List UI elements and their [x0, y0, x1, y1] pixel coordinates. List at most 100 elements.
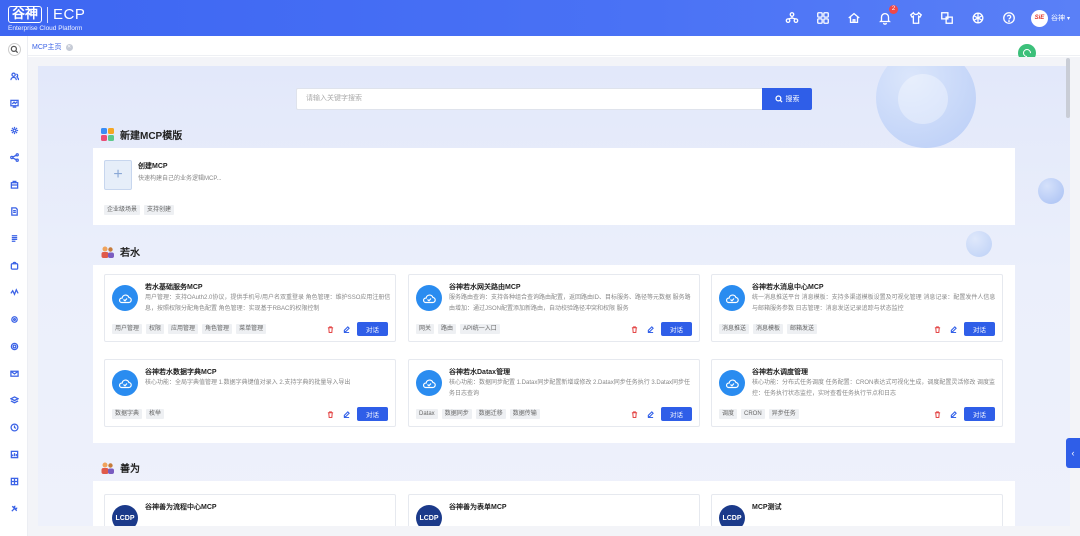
delete-icon[interactable] [932, 324, 942, 334]
card-desc: 核心功能：数据同步配置 1.Datax同步配置新增或修改 2.Datax同步任务… [449, 380, 691, 397]
card-footer: 网关 路由 API统一入口 对话 [416, 322, 692, 336]
bag-icon[interactable] [0, 252, 28, 279]
delete-icon[interactable] [325, 409, 335, 419]
tag: 数据迁移 [475, 409, 506, 419]
chat-button[interactable]: 对话 [357, 407, 388, 421]
close-icon[interactable]: ✕ [65, 43, 73, 51]
edit-icon[interactable] [948, 324, 958, 334]
tag: 枚举 [146, 409, 165, 419]
search-icon [774, 95, 782, 103]
mcp-card[interactable]: LCDP MCP测试 [711, 494, 1003, 526]
logo-subtitle: Enterprise Cloud Platform [8, 25, 83, 32]
edit-icon[interactable] [645, 324, 655, 334]
section-title-create: 新建MCP模版 [100, 127, 182, 142]
chart-icon[interactable] [0, 441, 28, 468]
tag: 角色管理 [202, 324, 233, 334]
list-icon[interactable] [0, 225, 28, 252]
card-title: 谷神善为流程中心MCP [145, 504, 217, 511]
users-icon[interactable] [0, 63, 28, 90]
switch-icon[interactable] [939, 10, 955, 26]
chat-button[interactable]: 对话 [964, 407, 995, 421]
lcdp-icon: LCDP [719, 505, 745, 526]
logo-separator [47, 6, 49, 23]
plus-doc-icon: + [104, 160, 132, 190]
mcp-card[interactable]: 谷神若水Datax管理核心功能：数据同步配置 1.Datax同步配置新增或修改 … [408, 359, 700, 427]
cloud-icon [719, 285, 745, 311]
tag: 支持创建 [144, 205, 175, 215]
mcp-card[interactable]: LCDP 谷神善为表单MCP [408, 494, 700, 526]
brand-logo[interactable]: 谷神 ECP [8, 6, 85, 23]
logo-ecp: ECP [53, 6, 86, 23]
mail-icon[interactable] [0, 360, 28, 387]
tab-mcp-home[interactable]: MCP主页 ✕ [32, 41, 73, 53]
card-title: 谷神若水Datax管理 [449, 369, 511, 376]
edit-icon[interactable] [645, 409, 655, 419]
scrollbar[interactable] [1066, 58, 1070, 118]
mcp-card[interactable]: 谷神若水数据字典MCP 核心功能：全局字典值管理 1.数据字典键值对录入 2.支持… [104, 359, 396, 427]
card-title: 若水基础服务MCP [145, 284, 203, 291]
grid-icon[interactable] [0, 468, 28, 495]
search-bar: 请输入关键字搜索 搜索 [296, 88, 812, 110]
tag: 异步任务 [768, 409, 799, 419]
card-desc: 统一消息推送平台 消息模板：支持多渠道模板设置及可视化管理 消息记录：配置发件人… [752, 295, 996, 312]
edit-icon[interactable] [341, 324, 351, 334]
top-header: 谷神 ECP Enterprise Cloud Platform 2 SiE 谷… [0, 0, 1080, 36]
user-name: 谷神 [1050, 15, 1065, 22]
chat-button[interactable]: 对话 [661, 322, 692, 336]
mcp-card[interactable]: LCDP 谷神善为流程中心MCP [104, 494, 396, 526]
chat-button[interactable]: 对话 [357, 322, 388, 336]
chat-button[interactable]: 对话 [964, 322, 995, 336]
home-icon[interactable] [846, 10, 862, 26]
expand-panel-button[interactable]: ‹ [1066, 438, 1080, 468]
delete-icon[interactable] [629, 324, 639, 334]
delete-icon[interactable] [325, 324, 335, 334]
settings-icon[interactable] [0, 117, 28, 144]
mcp-card[interactable]: 谷神若水调度管理 核心功能：分布式任务调度 任务配置：CRON表达式可视化生成，调… [711, 359, 1003, 427]
edit-icon[interactable] [341, 409, 351, 419]
edit-icon[interactable] [948, 409, 958, 419]
mcp-card[interactable]: 若水基础服务MCP 用户管理：支持OAuth2.0协议，提供手机号/用户名双重登录… [104, 274, 396, 342]
chat-button[interactable]: 对话 [661, 407, 692, 421]
mcp-card[interactable]: 谷神若水网关路由MCP 服务路由查询：支持各种组合查询路由配置，返回路由ID、目标… [408, 274, 700, 342]
mcp-home-panel: 请输入关键字搜索 搜索 新建MCP模版 + 创建MCP 快速构建自己的业务逻辑M… [38, 66, 1070, 526]
notification-badge: 2 [888, 5, 898, 14]
create-mcp-card[interactable]: + 创建MCP 快速构建自己的业务逻辑MCP... 企业级场景 支持创建 [104, 158, 404, 218]
search-input[interactable]: 请输入关键字搜索 [296, 88, 762, 110]
openai-icon[interactable] [970, 10, 986, 26]
bell-icon[interactable]: 2 [877, 5, 898, 26]
sidebar-search-icon[interactable] [0, 36, 28, 63]
wave-icon[interactable] [0, 279, 28, 306]
dashboard-icon[interactable] [0, 90, 28, 117]
section-title-text: 若水 [120, 248, 140, 259]
logo-cn: 谷神 [8, 6, 43, 23]
tag: 邮箱发送 [787, 324, 818, 334]
layers-icon[interactable] [0, 387, 28, 414]
mcp-card[interactable]: 谷神若水消息中心MCP 统一消息推送平台 消息模板：支持多渠道模板设置及可视化管理… [711, 274, 1003, 342]
card-footer: 消息推送 消息模板 邮箱发送 对话 [719, 322, 995, 336]
decor-circle [1038, 178, 1064, 204]
doc-icon[interactable] [0, 198, 28, 225]
delete-icon[interactable] [629, 409, 639, 419]
card-title: 谷神善为表单MCP [449, 504, 507, 511]
delete-icon[interactable] [932, 409, 942, 419]
org-icon[interactable] [784, 10, 800, 26]
box-icon[interactable] [0, 171, 28, 198]
chevron-left-icon: ‹ [1071, 448, 1075, 458]
card-title: MCP测试 [752, 504, 782, 511]
apps-icon[interactable] [815, 10, 831, 26]
flow-icon[interactable] [0, 144, 28, 171]
section-title-text: 新建MCP模版 [120, 131, 183, 142]
clock-icon[interactable] [0, 414, 28, 441]
card-title: 谷神若水调度管理 [752, 369, 808, 376]
card-title: 谷神若水消息中心MCP [752, 284, 824, 291]
lcdp-icon: LCDP [112, 505, 138, 526]
user-menu[interactable]: SiE 谷神 ▾ [1030, 9, 1070, 27]
help-icon[interactable] [1001, 10, 1017, 26]
gear2-icon[interactable] [0, 306, 28, 333]
search-button[interactable]: 搜索 [762, 88, 812, 110]
shirt-icon[interactable] [908, 10, 924, 26]
cloud-icon [416, 285, 442, 311]
tools-icon[interactable] [0, 495, 28, 522]
target-icon[interactable] [0, 333, 28, 360]
left-sidebar [0, 36, 28, 536]
